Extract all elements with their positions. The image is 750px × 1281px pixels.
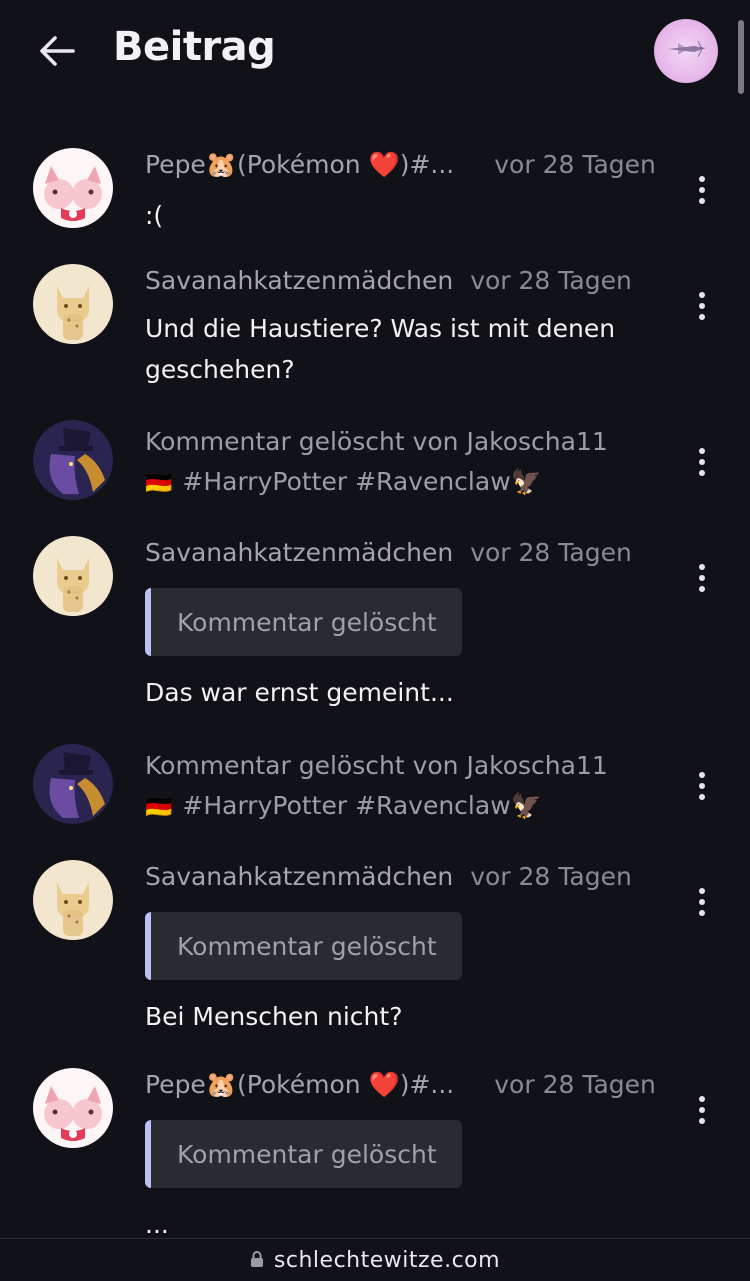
- lock-icon: [250, 1251, 263, 1267]
- more-options-icon[interactable]: [692, 1090, 712, 1130]
- author-name[interactable]: Savanahkatzenmädchen: [145, 862, 453, 891]
- timestamp[interactable]: vor 28 Tagen: [494, 150, 656, 179]
- germany-flag-icon: 🇩🇪: [145, 795, 173, 820]
- comment-text-line-2: geschehen?: [145, 355, 295, 384]
- comment-text: Das war ernst gemeint...: [145, 678, 454, 707]
- timestamp[interactable]: vor 28 Tagen: [470, 862, 632, 891]
- commenter-avatar[interactable]: [33, 860, 113, 940]
- comment-meta: Pepe🐹(Pokémon ❤️)#... vor 28 Tagen: [145, 1070, 656, 1100]
- author-name[interactable]: Savanahkatzenmädchen: [145, 538, 453, 567]
- more-options-icon[interactable]: [692, 170, 712, 210]
- comment-feed: Pepe🐹(Pokémon ❤️)#... vor 28 Tagen :( Sa…: [0, 0, 750, 1281]
- commenter-avatar[interactable]: [33, 148, 113, 228]
- comment-meta: Savanahkatzenmädchen vor 28 Tagen: [145, 538, 632, 567]
- deleted-comment-notice: Kommentar gelöscht von Jakoscha11: [145, 751, 608, 780]
- timestamp[interactable]: vor 28 Tagen: [470, 538, 632, 567]
- quoted-comment[interactable]: Kommentar gelöscht: [145, 588, 462, 656]
- deleted-comment-tags: 🇩🇪 #HarryPotter #Ravenclaw🦅: [145, 786, 705, 828]
- comment-text: Bei Menschen nicht?: [145, 1002, 403, 1031]
- deleted-comment-tags: 🇩🇪 #HarryPotter #Ravenclaw🦅: [145, 462, 705, 504]
- more-options-icon[interactable]: [692, 558, 712, 598]
- quoted-comment[interactable]: Kommentar gelöscht: [145, 1120, 462, 1188]
- deleted-comment-notice: Kommentar gelöscht von Jakoscha11: [145, 427, 608, 456]
- quoted-comment[interactable]: Kommentar gelöscht: [145, 912, 462, 980]
- author-name[interactable]: Savanahkatzenmädchen: [145, 266, 453, 295]
- hashtags: #HarryPotter #Ravenclaw🦅: [182, 467, 542, 496]
- more-options-icon[interactable]: [692, 286, 712, 326]
- commenter-avatar[interactable]: [33, 420, 113, 500]
- comment-text-line-1: Und die Haustiere? Was ist mit denen: [145, 314, 616, 343]
- comment-text: :(: [145, 201, 164, 230]
- url-text[interactable]: schlechtewitze.com: [274, 1248, 500, 1273]
- comment-meta: Savanahkatzenmädchen vor 28 Tagen: [145, 862, 632, 891]
- comment-meta: Pepe🐹(Pokémon ❤️)#... vor 28 Tagen: [145, 150, 656, 180]
- commenter-avatar[interactable]: [33, 744, 113, 824]
- commenter-avatar[interactable]: [33, 536, 113, 616]
- more-options-icon[interactable]: [692, 882, 712, 922]
- commenter-avatar[interactable]: [33, 1068, 113, 1148]
- author-name[interactable]: Pepe🐹(Pokémon ❤️)#...: [145, 1070, 454, 1100]
- timestamp[interactable]: vor 28 Tagen: [470, 266, 632, 295]
- more-options-icon[interactable]: [692, 442, 712, 482]
- timestamp[interactable]: vor 28 Tagen: [494, 1070, 656, 1099]
- browser-url-bar[interactable]: schlechtewitze.com: [0, 1238, 750, 1281]
- more-options-icon[interactable]: [692, 766, 712, 806]
- author-name[interactable]: Pepe🐹(Pokémon ❤️)#...: [145, 150, 454, 180]
- commenter-avatar[interactable]: [33, 264, 113, 344]
- comment-meta: Savanahkatzenmädchen vor 28 Tagen: [145, 266, 632, 295]
- germany-flag-icon: 🇩🇪: [145, 471, 173, 496]
- hashtags: #HarryPotter #Ravenclaw🦅: [182, 791, 542, 820]
